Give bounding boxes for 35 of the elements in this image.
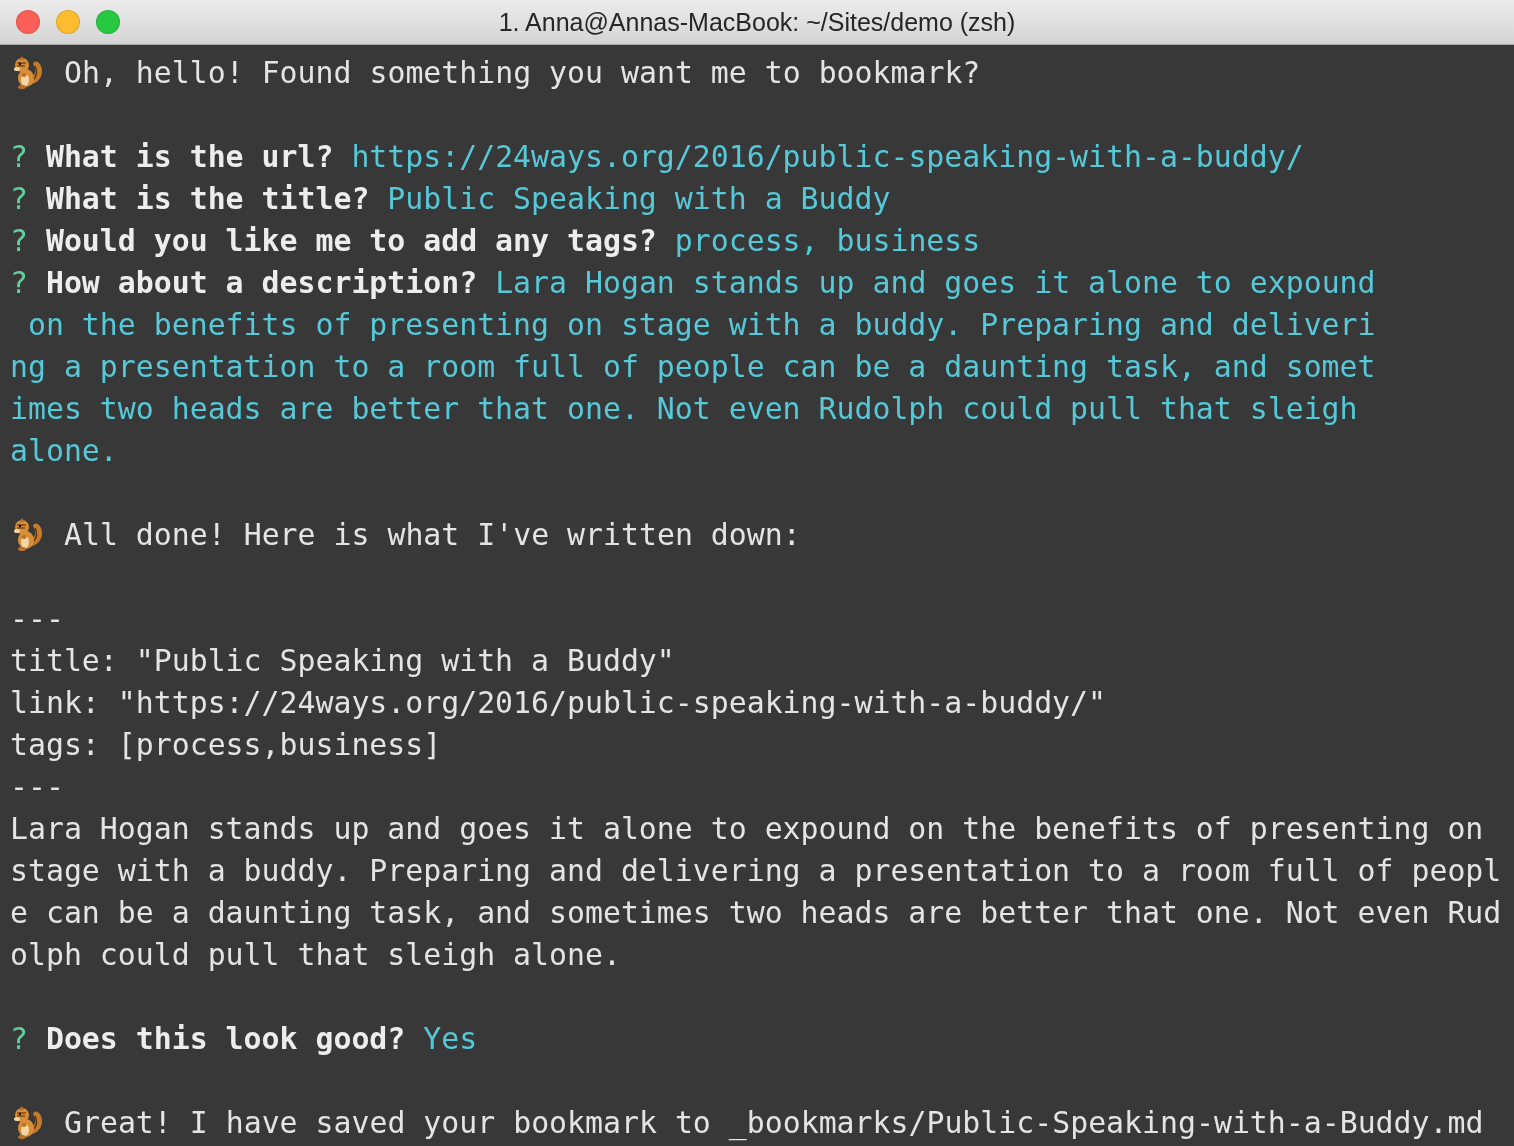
- output-text: Lara Hogan stands up and goes it alone to expound on the benefits of presenting on: [10, 810, 1484, 846]
- question-text: Does this look good?: [45, 1020, 406, 1056]
- answer-text: ng a presentation to a room full of people can be a daunting task, and somet: [10, 348, 1376, 384]
- minimize-button[interactable]: [56, 10, 80, 34]
- answer-text: Lara Hogan stands up and goes it alone to expound: [495, 264, 1376, 300]
- output-text: tags: [process,business]: [10, 726, 442, 762]
- output-text: olph could pull that sleigh alone.: [10, 936, 621, 972]
- message-text: Great! I have saved your bookmark to _bookmarks/Public-Speaking-with-a-Buddy.md: [64, 1104, 1484, 1140]
- answer-text: alone.: [10, 432, 118, 468]
- question-text: What is the title?: [45, 180, 370, 216]
- prompt-mark: ?: [10, 222, 28, 258]
- output-text: link: "https://24ways.org/2016/public-speaking-with-a-buddy/": [10, 684, 1106, 720]
- output-text: title: "Public Speaking with a Buddy": [10, 642, 675, 678]
- prompt-mark: ?: [10, 138, 28, 174]
- answer-text: on the benefits of presenting on stage with a buddy. Preparing and deliveri: [26, 306, 1376, 342]
- zoom-button[interactable]: [96, 10, 120, 34]
- answer-text: Public Speaking with a Buddy: [387, 180, 891, 216]
- answer-text: Yes: [423, 1020, 478, 1056]
- output-text: stage with a buddy. Preparing and delivering a presentation to a room full of peopl: [10, 852, 1502, 888]
- prompt-mark: ?: [10, 264, 28, 300]
- prompt-mark: ?: [10, 1020, 28, 1056]
- question-text: What is the url?: [45, 138, 334, 174]
- message-text: Oh, hello! Found something you want me to bookmark?: [64, 54, 981, 90]
- window-title: 1. Anna@Annas-MacBook: ~/Sites/demo (zsh): [498, 7, 1016, 37]
- answer-text: https://24ways.org/2016/public-speaking-with-a-buddy/: [351, 138, 1304, 174]
- message-text: All done! Here is what I've written down:: [64, 516, 801, 552]
- output-text: e can be a daunting task, and sometimes two heads are better that one. Not even Rud: [10, 894, 1502, 930]
- answer-text: imes two heads are better that one. Not even Rudolph could pull that sleigh: [10, 390, 1358, 426]
- output-text: ---: [10, 768, 64, 804]
- prompt-mark: ?: [10, 180, 28, 216]
- close-button[interactable]: [16, 10, 40, 34]
- question-text: How about a description?: [45, 264, 478, 300]
- output-text: ---: [10, 600, 64, 636]
- question-text: Would you like me to add any tags?: [45, 222, 657, 258]
- answer-text: process, business: [674, 222, 981, 258]
